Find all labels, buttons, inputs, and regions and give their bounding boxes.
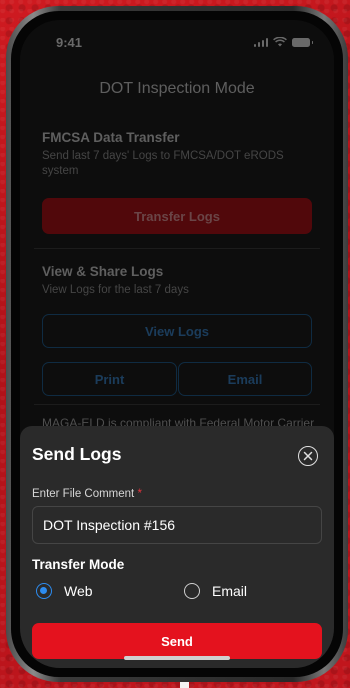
web-option[interactable]: Web <box>36 583 93 599</box>
phone-frame: 9:41 DOT Inspection Mode FMCSA Data Tran… <box>6 6 348 682</box>
status-time: 9:41 <box>56 34 83 50</box>
section-divider <box>34 404 320 405</box>
email-button[interactable]: Email <box>178 362 312 396</box>
view-share-section: View & Share Logs View Logs for the last… <box>42 264 312 298</box>
status-bar: 9:41 <box>20 20 334 64</box>
transfer-logs-button[interactable]: Transfer Logs <box>42 198 312 234</box>
required-mark: * <box>137 488 142 500</box>
fmcsa-description: Send last 7 days' Logs to FMCSA/DOT eROD… <box>42 150 284 177</box>
radio-selected-icon[interactable] <box>36 583 52 599</box>
file-comment-input[interactable] <box>32 506 322 544</box>
view-share-title: View & Share Logs <box>42 264 164 279</box>
comment-label: Enter File Comment * <box>32 488 142 500</box>
print-button[interactable]: Print <box>42 362 177 396</box>
phone-screen: 9:41 DOT Inspection Mode FMCSA Data Tran… <box>20 20 334 668</box>
send-button[interactable]: Send <box>32 623 322 659</box>
email-option-label: Email <box>212 583 248 599</box>
fmcsa-section: FMCSA Data Transfer Send last 7 days' Lo… <box>42 130 312 179</box>
send-logs-sheet: Send Logs Enter File Comment * Transfer … <box>20 426 334 668</box>
status-icons <box>253 37 313 47</box>
comment-label-text: Enter File Comment <box>32 488 135 500</box>
section-divider <box>34 248 320 249</box>
wifi-icon <box>273 37 287 47</box>
close-icon <box>303 451 313 461</box>
page-title: DOT Inspection Mode <box>99 80 255 97</box>
battery-icon <box>292 37 313 47</box>
close-button[interactable] <box>298 446 318 466</box>
sheet-title: Send Logs <box>32 444 122 464</box>
signal-icon <box>253 37 268 47</box>
view-logs-button[interactable]: View Logs <box>42 314 312 348</box>
transfer-mode-label: Transfer Mode <box>32 557 125 572</box>
home-indicator <box>124 656 230 660</box>
phone-bezel: 9:41 DOT Inspection Mode FMCSA Data Tran… <box>11 11 343 677</box>
email-option[interactable]: Email <box>184 583 247 599</box>
radio-unselected-icon[interactable] <box>184 583 200 599</box>
view-share-description: View Logs for the last 7 days <box>42 284 189 296</box>
fmcsa-title: FMCSA Data Transfer <box>42 130 180 145</box>
web-option-label: Web <box>64 583 93 599</box>
